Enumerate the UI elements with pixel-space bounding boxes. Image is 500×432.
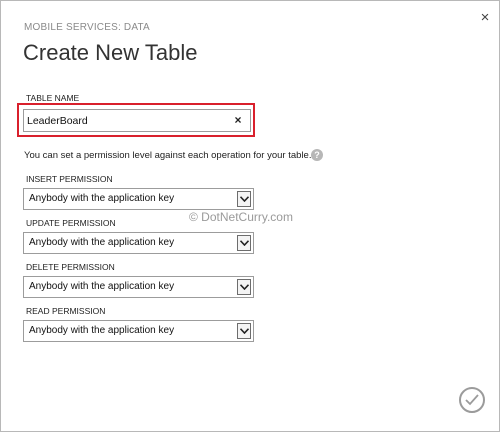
read-permission-label: READ PERMISSION [26,306,106,316]
update-permission-label: UPDATE PERMISSION [26,218,116,228]
insert-permission-label: INSERT PERMISSION [26,174,113,184]
chevron-down-icon[interactable] [237,279,251,295]
table-name-field[interactable]: × [23,109,251,132]
help-icon[interactable]: ? [311,149,323,161]
close-icon[interactable]: × [476,9,494,27]
dialog-subtitle: MOBILE SERVICES: DATA [24,22,150,33]
table-name-input[interactable] [27,112,227,129]
delete-permission-label: DELETE PERMISSION [26,262,115,272]
read-permission-select[interactable]: Anybody with the application key [23,320,254,342]
table-name-label: TABLE NAME [26,93,80,103]
watermark: © DotNetCurry.com [189,210,293,224]
chevron-down-icon[interactable] [237,323,251,339]
insert-permission-select[interactable]: Anybody with the application key [23,188,254,210]
chevron-down-icon[interactable] [237,191,251,207]
insert-permission-value: Anybody with the application key [29,193,175,204]
dialog-title: Create New Table [23,40,198,65]
delete-permission-value: Anybody with the application key [29,281,175,292]
update-permission-value: Anybody with the application key [29,237,175,248]
update-permission-select[interactable]: Anybody with the application key [23,232,254,254]
chevron-down-icon[interactable] [237,235,251,251]
create-table-dialog: × MOBILE SERVICES: DATA Create New Table… [0,0,500,432]
ok-button[interactable] [459,387,485,413]
permission-help-text: You can set a permission level against e… [24,150,312,161]
delete-permission-select[interactable]: Anybody with the application key [23,276,254,298]
clear-icon[interactable]: × [231,113,245,128]
read-permission-value: Anybody with the application key [29,325,175,336]
checkmark-icon [465,394,479,406]
